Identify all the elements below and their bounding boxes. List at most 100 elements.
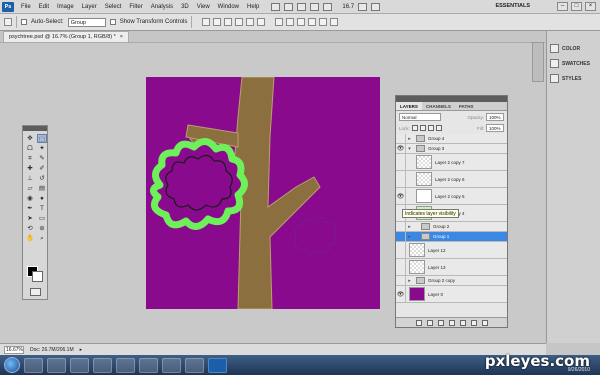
- layer-row-group-4[interactable]: ▸ Group 4: [396, 134, 507, 144]
- blur-tool-icon[interactable]: ◉: [25, 194, 35, 203]
- firefox-icon[interactable]: [93, 357, 112, 373]
- lock-transparent-icon[interactable]: [411, 125, 418, 131]
- marquee-tool-icon[interactable]: ⬚: [37, 134, 47, 143]
- dock-color[interactable]: COLOR: [547, 41, 600, 56]
- expand-triangle-icon[interactable]: ▸: [406, 278, 413, 284]
- screen-mode-icon[interactable]: [371, 2, 381, 11]
- collapse-triangle-icon[interactable]: ▾: [406, 146, 413, 152]
- layer-row-layer-2-copy-7[interactable]: Layer 2 copy 7: [396, 154, 507, 171]
- menu-analysis[interactable]: Analysis: [147, 4, 177, 10]
- eraser-tool-icon[interactable]: ▱: [25, 184, 35, 193]
- photos-icon[interactable]: [162, 357, 181, 373]
- 3d-rotate-icon[interactable]: ⟲: [25, 224, 35, 233]
- dodge-tool-icon[interactable]: ●: [37, 194, 47, 203]
- link-layers-icon[interactable]: [415, 319, 422, 326]
- ie-icon[interactable]: [24, 357, 43, 373]
- workspace-switcher[interactable]: ESSENTIALS: [495, 3, 530, 9]
- visibility-toggle[interactable]: [396, 232, 406, 241]
- visibility-toggle[interactable]: [396, 276, 406, 285]
- adjustment-layer-icon[interactable]: [448, 319, 455, 326]
- menu-edit[interactable]: Edit: [35, 4, 53, 10]
- trash-icon[interactable]: [481, 319, 488, 326]
- media-player-icon[interactable]: [70, 357, 89, 373]
- align-hcenter-icon[interactable]: [246, 18, 255, 26]
- minimize-button[interactable]: –: [557, 2, 568, 11]
- layer-row-group-3[interactable]: 👁 ▾ Group 3: [396, 144, 507, 154]
- gradient-tool-icon[interactable]: ▤: [37, 184, 47, 193]
- tab-layers[interactable]: LAYERS: [396, 102, 422, 110]
- collapsed-panel-strip[interactable]: [532, 42, 544, 82]
- app-icon[interactable]: [139, 357, 158, 373]
- menu-image[interactable]: Image: [53, 4, 78, 10]
- hand-icon[interactable]: [297, 2, 307, 11]
- eye-icon[interactable]: 👁: [396, 188, 406, 204]
- move-tool-icon[interactable]: ✥: [25, 134, 35, 143]
- magic-wand-tool-icon[interactable]: ✦: [37, 144, 47, 153]
- rotate-view-icon[interactable]: [323, 2, 333, 11]
- crop-tool-icon[interactable]: ⌗: [25, 154, 35, 163]
- photoshop-taskbar-icon[interactable]: [208, 357, 227, 373]
- background-color-swatch[interactable]: [32, 271, 43, 282]
- status-arrow-icon[interactable]: ▸: [80, 347, 83, 353]
- doc-size-info[interactable]: Doc: 26.7M/206.1M: [30, 347, 74, 353]
- clone-stamp-icon[interactable]: ⊥: [25, 174, 35, 183]
- align-right-icon[interactable]: [257, 18, 266, 26]
- visibility-toggle[interactable]: [396, 222, 406, 231]
- menu-layer[interactable]: Layer: [78, 4, 101, 10]
- fx-icon[interactable]: [426, 319, 433, 326]
- menu-file[interactable]: File: [17, 4, 35, 10]
- visibility-toggle[interactable]: [396, 259, 406, 275]
- lock-position-icon[interactable]: [427, 125, 434, 131]
- type-tool-icon[interactable]: T: [37, 204, 47, 213]
- expand-triangle-icon[interactable]: ▸: [406, 136, 413, 142]
- auto-select-dropdown[interactable]: Group: [67, 17, 106, 27]
- path-selection-icon[interactable]: ➤: [25, 214, 35, 223]
- explorer-icon[interactable]: [47, 357, 66, 373]
- menu-filter[interactable]: Filter: [125, 4, 146, 10]
- layer-row-layer-2-copy-5[interactable]: 👁 Layer 2 copy 5: [396, 188, 507, 205]
- mini-bridge-icon[interactable]: [284, 2, 294, 11]
- folder-icon[interactable]: [116, 357, 135, 373]
- expand-triangle-icon[interactable]: ▸: [406, 234, 413, 240]
- lock-all-icon[interactable]: [435, 125, 442, 131]
- layer-row-group-2-copy[interactable]: ▸ Group 2 copy: [396, 276, 507, 286]
- zoom-level[interactable]: 16.7: [342, 4, 354, 10]
- lasso-tool-icon[interactable]: ᗝ: [25, 144, 35, 153]
- blend-mode-dropdown[interactable]: Normal: [399, 113, 441, 121]
- dock-swatches[interactable]: SWATCHES: [547, 56, 600, 71]
- add-mask-icon[interactable]: [437, 319, 444, 326]
- eye-icon[interactable]: 👁: [396, 144, 406, 153]
- distribute-bottom-icon[interactable]: [297, 18, 306, 26]
- distribute-left-icon[interactable]: [308, 18, 317, 26]
- brush-tool-icon[interactable]: ✐: [37, 164, 47, 173]
- opacity-field[interactable]: 100%: [486, 113, 504, 121]
- tab-paths[interactable]: PATHS: [455, 102, 478, 110]
- start-button[interactable]: [4, 357, 20, 373]
- document-tab[interactable]: psychtree.psd @ 16.7% (Group 1, RGB/8) *…: [3, 31, 129, 42]
- layer-row-group-2[interactable]: ▸ Group 2: [396, 222, 507, 232]
- tab-channels[interactable]: CHANNELS: [422, 102, 455, 110]
- align-top-icon[interactable]: [202, 18, 211, 26]
- fill-field[interactable]: 100%: [486, 124, 504, 132]
- quick-mask-icon[interactable]: [30, 288, 41, 296]
- align-bottom-icon[interactable]: [224, 18, 233, 26]
- menu-view[interactable]: View: [193, 4, 214, 10]
- 3d-orbit-icon[interactable]: ⊛: [37, 224, 47, 233]
- layer-row-layer-0[interactable]: 👁 Layer 0: [396, 286, 507, 303]
- menu-help[interactable]: Help: [243, 4, 263, 10]
- maximize-button[interactable]: □: [571, 2, 582, 11]
- show-transform-checkbox[interactable]: [109, 19, 116, 25]
- distribute-right-icon[interactable]: [330, 18, 339, 26]
- align-left-icon[interactable]: [235, 18, 244, 26]
- arrange-documents-icon[interactable]: [358, 2, 368, 11]
- healing-brush-icon[interactable]: ✚: [25, 164, 35, 173]
- bridge-icon[interactable]: [271, 2, 281, 11]
- eyedropper-tool-icon[interactable]: ✎: [37, 154, 47, 163]
- zoom-icon[interactable]: [310, 2, 320, 11]
- close-button[interactable]: ×: [585, 2, 596, 11]
- visibility-toggle[interactable]: [396, 242, 406, 258]
- canvas[interactable]: [146, 77, 380, 309]
- lock-image-icon[interactable]: [419, 125, 426, 131]
- distribute-vcenter-icon[interactable]: [286, 18, 295, 26]
- shape-tool-icon[interactable]: ▭: [37, 214, 47, 223]
